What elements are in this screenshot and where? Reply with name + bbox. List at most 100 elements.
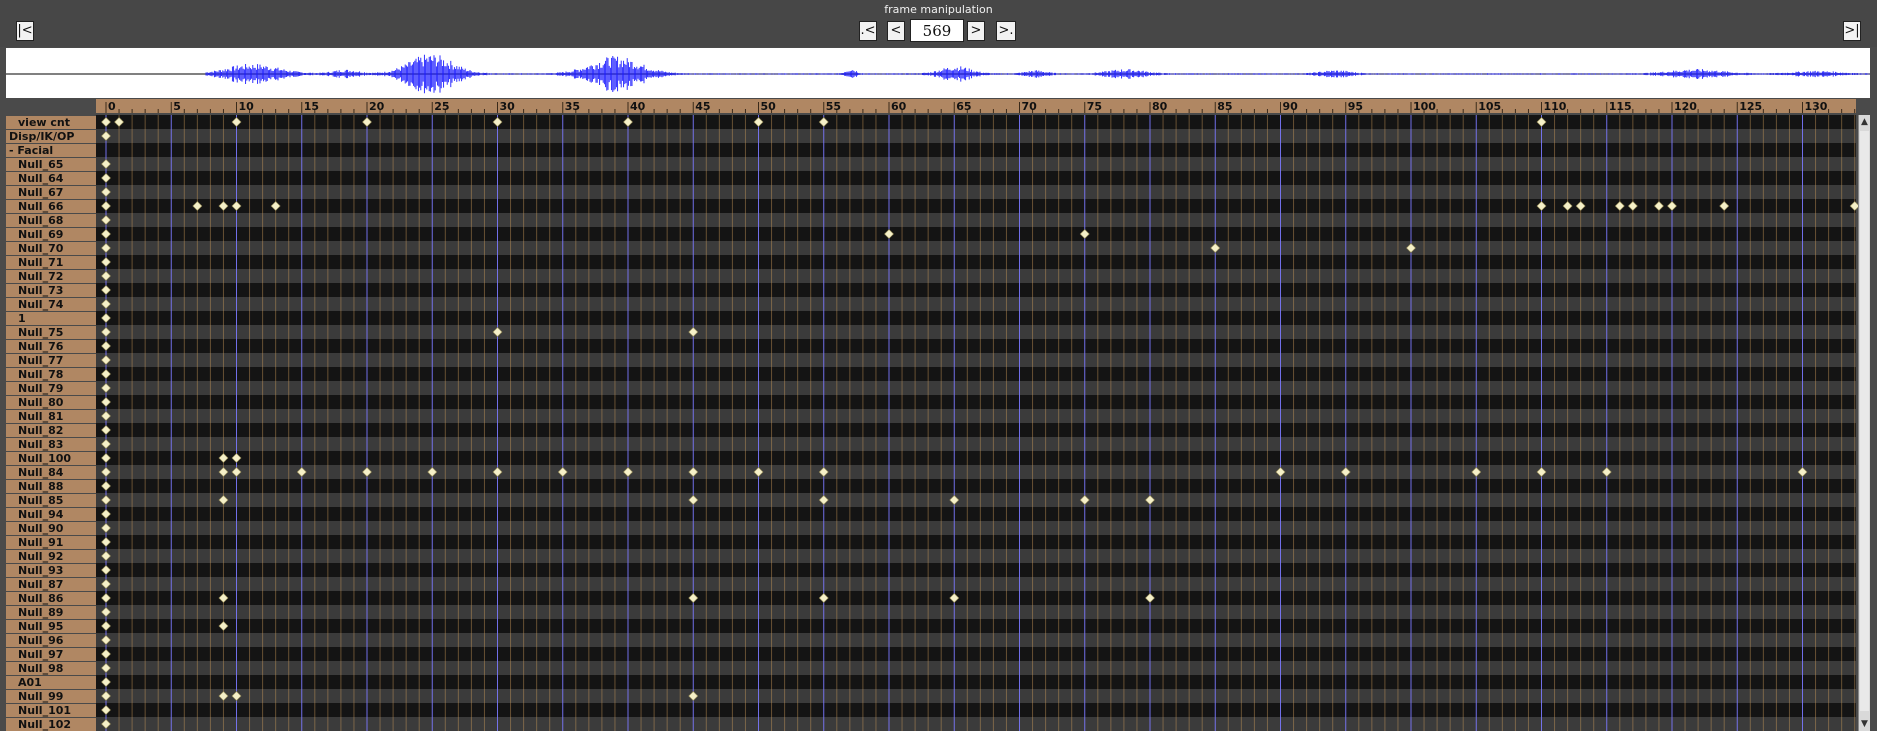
track-label[interactable]: Null_78 [6, 368, 96, 381]
track-label[interactable]: Null_75 [6, 326, 96, 339]
track-label[interactable]: Null_102 [6, 718, 96, 731]
ruler-tick-label: 0 [108, 100, 116, 113]
track-label[interactable]: Null_86 [6, 592, 96, 605]
track-row[interactable] [96, 689, 1856, 703]
track-row[interactable] [96, 577, 1856, 591]
track-label[interactable]: view cnt [6, 116, 96, 129]
track-label[interactable]: Null_100 [6, 452, 96, 465]
track-label[interactable]: - Facial [6, 144, 96, 157]
track-row[interactable] [96, 451, 1856, 465]
scroll-up-arrow-icon[interactable]: ▲ [1859, 115, 1870, 129]
track-label[interactable]: Null_74 [6, 298, 96, 311]
track-row[interactable] [96, 227, 1856, 241]
track-row[interactable] [96, 381, 1856, 395]
track-label[interactable]: Null_67 [6, 186, 96, 199]
track-label[interactable]: Null_70 [6, 242, 96, 255]
scrollbar-thumb[interactable] [1860, 131, 1869, 711]
track-row[interactable] [96, 255, 1856, 269]
track-label[interactable]: Null_68 [6, 214, 96, 227]
track-row[interactable] [96, 633, 1856, 647]
track-row[interactable] [96, 325, 1856, 339]
track-row[interactable] [96, 619, 1856, 633]
track-label[interactable]: Null_89 [6, 606, 96, 619]
track-label[interactable]: Null_80 [6, 396, 96, 409]
track-row[interactable] [96, 521, 1856, 535]
track-row[interactable] [96, 143, 1856, 157]
track-row[interactable] [96, 675, 1856, 689]
ruler-tick-label: 60 [891, 100, 907, 113]
track-row[interactable] [96, 157, 1856, 171]
track-label[interactable]: Null_92 [6, 550, 96, 563]
track-row[interactable] [96, 129, 1856, 143]
track-label[interactable]: Null_82 [6, 424, 96, 437]
track-row[interactable] [96, 437, 1856, 451]
track-row[interactable] [96, 185, 1856, 199]
track-row[interactable] [96, 493, 1856, 507]
track-label[interactable]: Null_83 [6, 438, 96, 451]
track-label[interactable]: Null_88 [6, 480, 96, 493]
track-label[interactable]: Null_66 [6, 200, 96, 213]
track-label[interactable]: Null_91 [6, 536, 96, 549]
ruler-tick-label: 15 [304, 100, 319, 113]
track-row[interactable] [96, 605, 1856, 619]
track-label[interactable]: Null_79 [6, 382, 96, 395]
track-row[interactable] [96, 297, 1856, 311]
track-label[interactable]: A01 [6, 676, 96, 689]
track-label[interactable]: Disp/IK/OP [6, 130, 96, 143]
track-row[interactable] [96, 213, 1856, 227]
track-label[interactable]: Null_94 [6, 508, 96, 521]
track-row[interactable] [96, 367, 1856, 381]
track-row[interactable] [96, 395, 1856, 409]
track-row[interactable] [96, 717, 1856, 731]
track-label[interactable]: Null_98 [6, 662, 96, 675]
track-label[interactable]: 1 [6, 312, 96, 325]
ruler-tick-label: 85 [1217, 100, 1232, 113]
track-label[interactable]: Null_71 [6, 256, 96, 269]
track-row[interactable] [96, 549, 1856, 563]
track-row[interactable] [96, 339, 1856, 353]
track-label[interactable]: Null_90 [6, 522, 96, 535]
track-row[interactable] [96, 647, 1856, 661]
track-row[interactable] [96, 703, 1856, 717]
track-label[interactable]: Null_96 [6, 634, 96, 647]
track-label[interactable]: Null_101 [6, 704, 96, 717]
track-label[interactable]: Null_65 [6, 158, 96, 171]
track-row[interactable] [96, 241, 1856, 255]
track-label[interactable]: Null_93 [6, 564, 96, 577]
track-label[interactable]: Null_81 [6, 410, 96, 423]
track-row[interactable] [96, 311, 1856, 325]
track-label[interactable]: Null_73 [6, 284, 96, 297]
track-label[interactable]: Null_99 [6, 690, 96, 703]
vertical-scrollbar[interactable]: ▲ ▼ [1858, 115, 1870, 731]
track-label[interactable]: Null_76 [6, 340, 96, 353]
track-row[interactable] [96, 535, 1856, 549]
track-row[interactable] [96, 353, 1856, 367]
track-label[interactable]: Null_77 [6, 354, 96, 367]
track-row[interactable] [96, 115, 1856, 129]
ruler-tick-label: 90 [1283, 100, 1299, 113]
track-label[interactable]: Null_72 [6, 270, 96, 283]
track-label[interactable]: Null_85 [6, 494, 96, 507]
track-row[interactable] [96, 591, 1856, 605]
dopesheet-grid[interactable]: 0 5 10 15 20 25 30 35 40 45 50 55 60 65 70 75 80 85 90 95 10… [0, 0, 1858, 731]
track-row[interactable] [96, 199, 1856, 213]
track-row[interactable] [96, 507, 1856, 521]
track-label[interactable]: Null_69 [6, 228, 96, 241]
frame-ruler[interactable] [96, 99, 1856, 113]
track-label[interactable]: Null_87 [6, 578, 96, 591]
track-row[interactable] [96, 171, 1856, 185]
track-row[interactable] [96, 465, 1856, 479]
track-row[interactable] [96, 563, 1856, 577]
scroll-down-arrow-icon[interactable]: ▼ [1859, 717, 1870, 731]
track-label[interactable]: Null_84 [6, 466, 96, 479]
track-label[interactable]: Null_64 [6, 172, 96, 185]
track-label[interactable]: Null_95 [6, 620, 96, 633]
track-row[interactable] [96, 409, 1856, 423]
ruler-tick-label: 115 [1609, 100, 1632, 113]
track-row[interactable] [96, 423, 1856, 437]
track-row[interactable] [96, 661, 1856, 675]
track-row[interactable] [96, 269, 1856, 283]
track-row[interactable] [96, 283, 1856, 297]
track-label[interactable]: Null_97 [6, 648, 96, 661]
track-row[interactable] [96, 479, 1856, 493]
